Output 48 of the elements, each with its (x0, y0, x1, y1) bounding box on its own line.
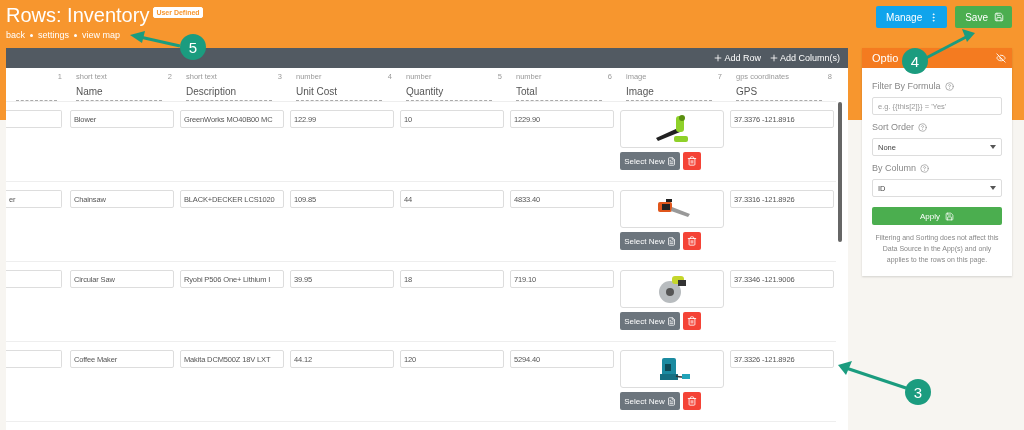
file-icon (666, 396, 676, 406)
column-name[interactable]: Quantity (406, 85, 502, 99)
eye-off-icon[interactable] (996, 53, 1006, 63)
save-icon (945, 211, 954, 221)
column-name[interactable]: Unit Cost (296, 85, 392, 99)
caret-icon (990, 145, 996, 149)
trash-icon (687, 156, 697, 166)
trash-icon (687, 396, 697, 406)
column-name[interactable]: Description (186, 85, 282, 99)
save-icon (994, 12, 1004, 22)
field-label: Sort Order (872, 122, 914, 132)
column-name[interactable]: Total (516, 85, 612, 99)
trash-icon (687, 236, 697, 246)
select-new-button[interactable]: Select New (620, 392, 680, 410)
cell-field[interactable] (6, 270, 62, 288)
callout-arrow (838, 361, 907, 390)
column-name[interactable]: Name (76, 85, 172, 99)
callout-arrow (130, 31, 181, 48)
step-marker: 5 (180, 34, 206, 60)
callout-arrow (925, 29, 975, 60)
add-button[interactable]: Add Row (713, 53, 761, 63)
delete-button[interactable] (683, 152, 701, 170)
panel-title: Optio (872, 52, 899, 64)
step-marker: 3 (905, 379, 931, 405)
field-label: Filter By Formula (872, 81, 941, 91)
select-new-button[interactable]: Select New (620, 232, 680, 250)
plus-icon (713, 53, 724, 63)
page-title: Rows: Inventory (6, 3, 150, 27)
help-icon[interactable] (944, 81, 954, 91)
select-new-button[interactable]: Select New (620, 152, 680, 170)
caret-icon (990, 186, 996, 190)
cell-field[interactable] (6, 110, 62, 128)
cell-field[interactable] (6, 350, 62, 368)
trash-icon (687, 316, 697, 326)
add-button[interactable]: Add Column(s) (768, 53, 840, 63)
help-icon[interactable] (920, 163, 929, 173)
file-icon (666, 236, 676, 246)
plus-icon (768, 53, 779, 63)
column-name[interactable]: GPS (736, 85, 832, 99)
file-icon (666, 316, 676, 326)
select-new-button[interactable]: Select New (620, 312, 680, 330)
delete-button[interactable] (683, 232, 701, 250)
file-icon (666, 156, 676, 166)
delete-button[interactable] (683, 392, 701, 410)
delete-button[interactable] (683, 312, 701, 330)
help-icon[interactable] (918, 122, 927, 132)
column-name[interactable]: Image (626, 85, 722, 99)
field-label: By Column (872, 163, 916, 173)
